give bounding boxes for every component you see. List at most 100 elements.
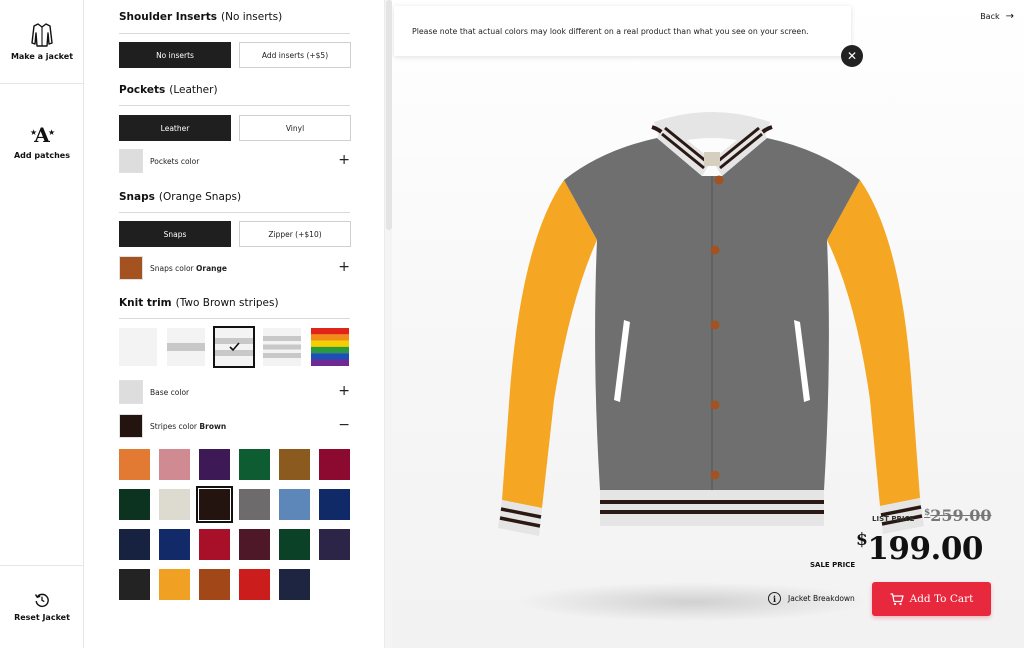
add-patches-label: Add patches [13,151,70,160]
pockets-selection: (Leather) [169,84,218,96]
stripes-color-swatch [119,414,143,438]
stripes-color-row[interactable]: Stripes color Brown − [119,414,350,438]
palette-swatch[interactable] [319,449,350,480]
knit-pattern-plain[interactable] [119,328,157,366]
stripes-color-value: Brown [199,421,227,431]
palette-swatch[interactable] [319,529,350,560]
palette-swatch[interactable] [279,489,310,520]
sale-price-value: 199.00 [867,531,983,567]
info-icon: i [768,592,781,605]
knit-pattern-one-stripe[interactable] [167,328,205,366]
panel-scrollbar[interactable] [384,0,392,648]
reset-jacket-label: Reset Jacket [14,613,70,622]
leather-button[interactable]: Leather [119,115,231,141]
palette-swatch[interactable] [239,489,270,520]
arrow-right-icon: → [1005,11,1014,22]
palette-swatch[interactable] [239,529,270,560]
patch-letter-icon: A ★ ★ [30,124,55,146]
palette-swatch[interactable] [279,569,310,600]
base-color-row[interactable]: Base color + [119,380,350,404]
stripes-color-text: Stripes color Brown [150,422,226,431]
sale-price-label: SALE PRICE [810,561,856,569]
reset-jacket-nav[interactable]: Reset Jacket [0,565,84,648]
pockets-color-row[interactable]: Pockets color + [119,149,350,173]
palette-swatch[interactable] [199,529,230,560]
sale-price: $199.00 [856,530,983,567]
svg-text:★: ★ [48,128,55,137]
history-reset-icon [34,593,49,607]
palette-swatch[interactable] [196,486,233,523]
stripes-color-label: Stripes color [150,421,198,431]
options-panel: Shoulder Inserts (No inserts) No inserts … [84,0,384,648]
palette-swatch[interactable] [159,529,190,560]
snaps-color-value: Orange [196,263,227,273]
close-notice-button[interactable]: ✕ [841,45,863,67]
base-color-swatch [119,380,143,404]
shoulder-inserts-selection: (No inserts) [221,11,283,23]
sale-price-currency: $ [856,530,868,550]
palette-swatch[interactable] [119,449,150,480]
knit-trim-title: Knit trim (Two Brown stripes) [119,297,279,309]
no-inserts-button[interactable]: No inserts [119,42,231,68]
pockets-color-label: Pockets color [150,156,200,166]
palette-swatch[interactable] [279,529,310,560]
palette-swatch[interactable] [159,449,190,480]
close-icon: ✕ [846,49,858,63]
knit-trim-heading: Knit trim [119,297,172,309]
shoulder-inserts-heading: Shoulder Inserts [119,11,217,23]
svg-text:★: ★ [30,128,37,137]
plus-icon[interactable]: + [338,260,350,274]
snaps-color-row[interactable]: Snaps color Orange + [119,256,350,280]
pockets-color-swatch [119,149,143,173]
snaps-color-label: Snaps color [150,263,194,273]
divider [119,318,350,319]
back-link[interactable]: Back → [980,11,1014,22]
plus-icon[interactable]: + [338,384,350,398]
jacket-breakdown-link[interactable]: i Jacket Breakdown [768,592,855,605]
snaps-selection: (Orange Snaps) [158,191,242,203]
knit-pattern-three-stripes[interactable] [263,328,301,366]
vinyl-button[interactable]: Vinyl [239,115,351,141]
palette-swatch[interactable] [319,489,350,520]
palette-swatch[interactable] [199,569,230,600]
palette-swatch[interactable] [159,569,190,600]
plus-icon[interactable]: + [338,153,350,167]
base-color-label: Base color [150,387,190,397]
palette-swatch[interactable] [239,569,270,600]
color-notice: Please note that actual colors may look … [394,6,851,56]
snaps-color-text: Snaps color Orange [150,264,227,273]
knit-pattern-two-stripes[interactable] [213,326,255,368]
add-patches-nav[interactable]: A ★ ★ Add patches [0,84,84,200]
add-to-cart-label: Add To Cart [909,593,974,605]
zipper-button[interactable]: Zipper (+$10) [239,221,351,247]
pockets-title: Pockets (Leather) [119,84,218,96]
add-inserts-button[interactable]: Add inserts (+$5) [239,42,351,68]
palette-swatch[interactable] [119,569,150,600]
shoulder-inserts-title: Shoulder Inserts (No inserts) [119,11,282,23]
jacket-icon [31,22,53,47]
cart-icon [890,592,904,605]
knit-trim-selection: (Two Brown stripes) [175,297,279,309]
palette-swatch[interactable] [279,449,310,480]
make-jacket-label: Make a jacket [10,51,74,61]
jacket-3d-model[interactable] [492,100,932,550]
palette-swatch[interactable] [159,489,190,520]
knit-pattern-rainbow[interactable] [311,328,349,366]
snaps-button[interactable]: Snaps [119,221,231,247]
divider [119,105,350,106]
add-to-cart-button[interactable]: Add To Cart [872,582,991,616]
snaps-color-swatch [119,256,143,280]
palette-swatch[interactable] [199,449,230,480]
divider [119,212,350,213]
pockets-heading: Pockets [119,84,166,96]
back-label: Back [980,12,1000,21]
make-jacket-nav[interactable]: Make a jacket [0,0,84,84]
palette-swatch[interactable] [239,449,270,480]
snaps-title: Snaps (Orange Snaps) [119,191,241,203]
palette-swatch[interactable] [119,489,150,520]
minus-icon[interactable]: − [338,418,350,432]
list-price-value: 259.00 [930,506,992,525]
left-rail: Make a jacket A ★ ★ Add patches Reset Ja… [0,0,84,648]
palette-swatch[interactable] [119,529,150,560]
jacket-breakdown-label: Jacket Breakdown [788,594,855,603]
